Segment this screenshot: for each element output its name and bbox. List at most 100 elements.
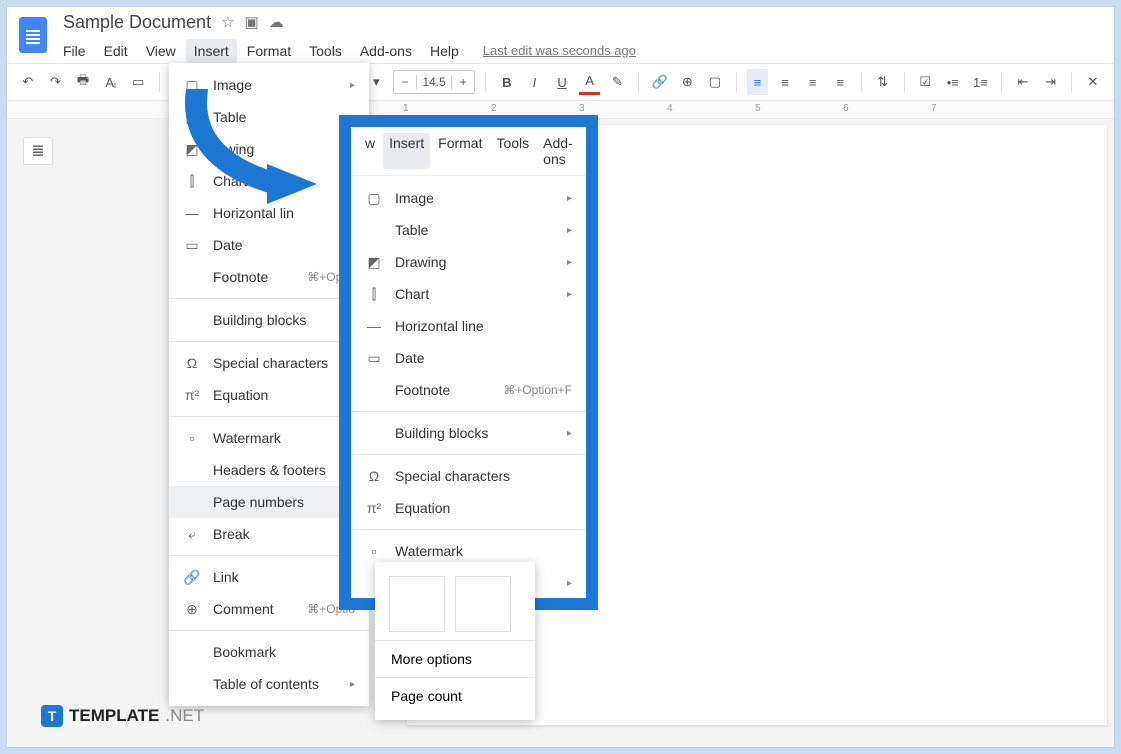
menu-item-date[interactable]: ▭Date [351, 342, 586, 374]
chevron-right-icon: ▸ [567, 428, 572, 439]
menu-edit[interactable]: Edit [96, 39, 136, 63]
page-numbers-submenu: More options Page count [375, 562, 535, 720]
bold-icon[interactable]: B [496, 69, 518, 95]
menu-item-blocks[interactable]: Building blocks▸ [351, 417, 586, 449]
separator [159, 72, 160, 92]
menu-insert[interactable]: Insert [186, 39, 237, 63]
last-edit-link[interactable]: Last edit was seconds ago [475, 39, 644, 63]
redo-icon[interactable]: ↷ [45, 69, 67, 95]
align-right-icon[interactable]: ≡ [802, 69, 824, 95]
checklist-icon[interactable]: ☑ [914, 69, 936, 95]
pi-icon: π² [183, 386, 201, 404]
menu-addons[interactable]: Add-ons [537, 133, 579, 169]
title-bar: Sample Document ☆ ▣ ☁ [7, 7, 1114, 39]
menu-item-table[interactable]: Table▸ [351, 214, 586, 246]
cloud-icon[interactable]: ☁ [269, 13, 284, 31]
line-spacing-icon[interactable]: ⇅ [872, 69, 894, 95]
menu-item-footnote[interactable]: Footnote⌘+Option+F [351, 374, 586, 406]
plus-icon[interactable]: + [452, 75, 474, 89]
menu-file[interactable]: File [55, 39, 94, 63]
doc-title[interactable]: Sample Document [63, 12, 211, 33]
menu-help-frag[interactable]: H [581, 133, 598, 169]
move-icon[interactable]: ▣ [245, 13, 259, 31]
ruler-tick: 2 [491, 103, 497, 114]
break-icon: ⤶ [183, 525, 201, 543]
indent-icon[interactable]: ⇥ [1040, 69, 1062, 95]
spellcheck-icon[interactable]: Aᵢ [100, 69, 122, 95]
chevron-right-icon: ▸ [350, 80, 355, 91]
menu-item-drawing[interactable]: ◩Drawing▸ [351, 246, 586, 278]
clear-format-icon[interactable]: ✕ [1082, 69, 1104, 95]
align-left-icon[interactable]: ≡ [747, 69, 769, 95]
menu-view[interactable]: View [138, 39, 184, 63]
menu-tools[interactable]: Tools [490, 133, 535, 169]
menu-item-image[interactable]: ▢Image▸ [351, 182, 586, 214]
text-color-icon[interactable]: A [579, 69, 601, 95]
brand-icon: T [41, 705, 63, 727]
brand-text: TEMPLATE [69, 706, 159, 726]
menu-insert[interactable]: Insert [383, 133, 430, 169]
menu-divider [351, 454, 586, 455]
chevron-right-icon: ▸ [567, 193, 572, 204]
menu-item-hline[interactable]: —Horizontal line [351, 310, 586, 342]
chevron-right-icon: ▸ [567, 225, 572, 236]
menu-item-bookmark[interactable]: Bookmark [169, 636, 369, 668]
link-icon[interactable]: 🔗 [649, 69, 671, 95]
align-center-icon[interactable]: ≡ [774, 69, 796, 95]
font-size-control[interactable]: − 14.5 + [393, 70, 475, 94]
italic-icon[interactable]: I [524, 69, 546, 95]
chevron-right-icon: ▸ [567, 257, 572, 268]
minus-icon[interactable]: − [394, 75, 416, 89]
more-options-link[interactable]: More options [375, 641, 535, 677]
comment-icon: ⊕ [183, 600, 201, 618]
menu-help[interactable]: Help [422, 39, 467, 63]
align-justify-icon[interactable]: ≡ [829, 69, 851, 95]
ruler-tick: 1 [403, 103, 409, 114]
omega-icon: Ω [183, 354, 201, 372]
menu-format[interactable]: Format [432, 133, 488, 169]
app-frame: Sample Document ☆ ▣ ☁ File Edit View Ins… [6, 6, 1115, 748]
outdent-icon[interactable]: ⇤ [1012, 69, 1034, 95]
numbered-icon[interactable]: 1≡ [970, 69, 992, 95]
bullets-icon[interactable]: •≡ [942, 69, 964, 95]
ruler-tick: 5 [755, 103, 761, 114]
link-icon: 🔗 [183, 568, 201, 586]
drawing-icon: ◩ [365, 253, 383, 271]
image-icon: ▢ [365, 189, 383, 207]
pagenum-presets [375, 568, 535, 640]
annotation-arrow-icon [167, 89, 337, 219]
date-icon: ▭ [183, 236, 201, 254]
underline-icon[interactable]: U [551, 69, 573, 95]
page-count-link[interactable]: Page count [375, 678, 535, 714]
star-icon[interactable]: ☆ [221, 13, 234, 31]
pagenum-option[interactable] [455, 576, 511, 632]
menu-addons[interactable]: Add-ons [352, 39, 420, 63]
print-icon[interactable]: 🖶 [72, 69, 94, 95]
paint-format-icon[interactable]: ▭ [128, 69, 150, 95]
menu-item-special[interactable]: ΩSpecial characters [351, 460, 586, 492]
menu-item-toc[interactable]: Table of contents▸ [169, 668, 369, 700]
separator [904, 72, 905, 92]
insert-menu-zoom: ▢Image▸ Table▸ ◩Drawing▸ ⫿Chart▸ —Horizo… [351, 176, 586, 610]
outline-toggle-icon[interactable]: ≣ [23, 137, 53, 165]
chevron-right-icon: ▸ [567, 610, 572, 611]
menu-divider [169, 630, 369, 631]
ruler-tick: 7 [931, 103, 937, 114]
highlight-icon[interactable]: ✎ [606, 69, 628, 95]
separator [485, 72, 486, 92]
separator [736, 72, 737, 92]
ruler-tick: 4 [667, 103, 673, 114]
font-size-value[interactable]: 14.5 [416, 75, 452, 89]
menu-item-equation[interactable]: π²Equation [351, 492, 586, 524]
comment-icon[interactable]: ⊕ [677, 69, 699, 95]
menu-format[interactable]: Format [239, 39, 299, 63]
chevron-right-icon: ▸ [567, 289, 572, 300]
menu-tools[interactable]: Tools [301, 39, 350, 63]
undo-icon[interactable]: ↶ [17, 69, 39, 95]
menu-item-chart[interactable]: ⫿Chart▸ [351, 278, 586, 310]
template-net-brand: T TEMPLATE.NET [41, 705, 204, 727]
ruler-tick: 3 [579, 103, 585, 114]
image-icon[interactable]: ▢ [704, 69, 726, 95]
pagenum-option[interactable] [389, 576, 445, 632]
menu-view-frag[interactable]: w [359, 133, 381, 169]
